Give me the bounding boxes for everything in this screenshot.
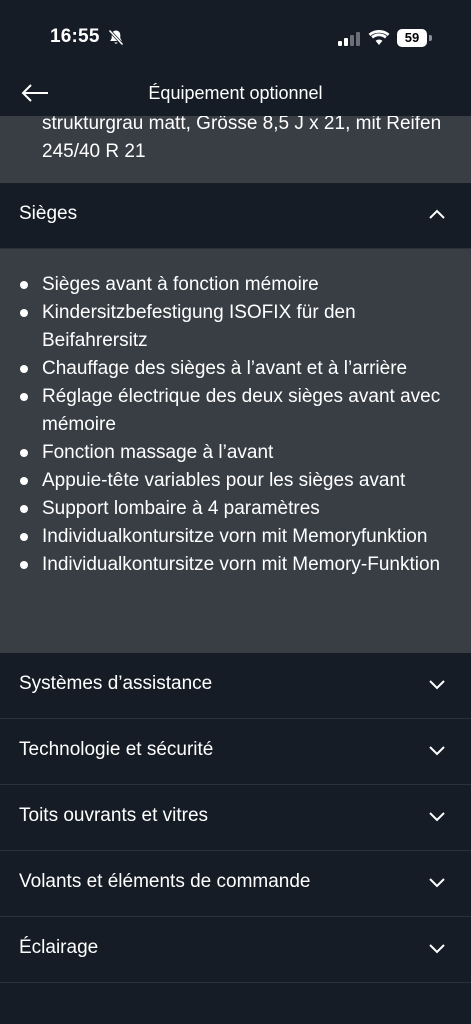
battery-tip <box>429 35 432 41</box>
sieges-panel: Sièges avant à fonction mémoire Kindersi… <box>0 249 471 653</box>
chevron-down-icon <box>429 944 445 954</box>
list-item: Réglage électrique des deux sièges avant… <box>0 383 471 439</box>
section-header-toits[interactable]: Toits ouvrants et vitres <box>0 785 471 851</box>
bullet <box>20 533 28 541</box>
section-label: Systèmes d’assistance <box>19 673 213 694</box>
section-header-eclairage[interactable]: Éclairage <box>0 917 471 983</box>
list-item: Fonction massage à l’avant <box>0 439 471 467</box>
cellular-signal-icon <box>338 32 360 46</box>
section-header-technologie[interactable]: Technologie et sécurité <box>0 719 471 785</box>
options-content: strukturgrau matt, Grösse 8,5 J x 21, mi… <box>0 116 471 1024</box>
section-header-sieges[interactable]: Sièges <box>0 183 471 249</box>
page-title: Équipement optionnel <box>148 83 323 103</box>
section-label: Toits ouvrants et vitres <box>19 805 209 826</box>
bullet <box>20 281 28 289</box>
list-item: Support lombaire à 4 paramètres <box>0 495 471 523</box>
feature-text: Fonction massage à l’avant <box>42 442 274 463</box>
section-header-assistance[interactable]: Systèmes d’assistance <box>0 653 471 719</box>
feature-text: Appuie-tête variables pour les sièges av… <box>42 470 406 491</box>
previous-section-text: strukturgrau matt, Grösse 8,5 J x 21, mi… <box>42 116 442 162</box>
bullet <box>20 449 28 457</box>
chevron-down-icon <box>429 812 445 822</box>
list-item: Individualkontursitze vorn mit Memoryfun… <box>0 523 471 551</box>
feature-text: Sièges avant à fonction mémoire <box>42 274 319 295</box>
list-item: Chauffage des sièges à l’avant et à l’ar… <box>0 355 471 383</box>
bullet <box>20 309 28 317</box>
section-label: Sièges <box>19 203 78 224</box>
bullet <box>20 477 28 485</box>
feature-text: Chauffage des sièges à l’avant et à l’ar… <box>42 358 408 379</box>
chevron-up-icon <box>429 209 445 219</box>
feature-text: Réglage électrique des deux sièges avant… <box>42 386 441 435</box>
bullet <box>20 505 28 513</box>
section-label: Technologie et sécurité <box>19 739 214 760</box>
bullet <box>20 393 28 401</box>
feature-text: Individualkontursitze vorn mit Memoryfun… <box>42 526 428 547</box>
bullet <box>20 561 28 569</box>
section-label: Volants et éléments de commande <box>19 871 311 892</box>
battery-level: 59 <box>404 30 420 45</box>
list-item: Individualkontursitze vorn mit Memory-Fu… <box>0 551 471 579</box>
wifi-icon <box>368 29 390 45</box>
battery-indicator: 59 <box>397 29 427 47</box>
section-label: Éclairage <box>19 937 99 958</box>
feature-text: Support lombaire à 4 paramètres <box>42 498 320 519</box>
bell-slash-icon <box>108 29 124 46</box>
status-bar: 16:55 59 <box>0 0 471 76</box>
feature-list: Sièges avant à fonction mémoire Kindersi… <box>0 271 471 579</box>
chevron-down-icon <box>429 680 445 690</box>
feature-text: Individualkontursitze vorn mit Memory-Fu… <box>42 554 441 575</box>
nav-bar: Équipement optionnel <box>0 76 471 116</box>
feature-text: Kindersitzbefestigung ISOFIX für den Bei… <box>42 302 356 351</box>
status-time: 16:55 <box>50 26 100 47</box>
bullet <box>20 365 28 373</box>
chevron-down-icon <box>429 746 445 756</box>
list-item: Appuie-tête variables pour les sièges av… <box>0 467 471 495</box>
list-item: Kindersitzbefestigung ISOFIX für den Bei… <box>0 299 471 355</box>
previous-section-panel: strukturgrau matt, Grösse 8,5 J x 21, mi… <box>0 116 471 183</box>
list-item: Sièges avant à fonction mémoire <box>0 271 471 299</box>
section-header-volants[interactable]: Volants et éléments de commande <box>0 851 471 917</box>
chevron-down-icon <box>429 878 445 888</box>
